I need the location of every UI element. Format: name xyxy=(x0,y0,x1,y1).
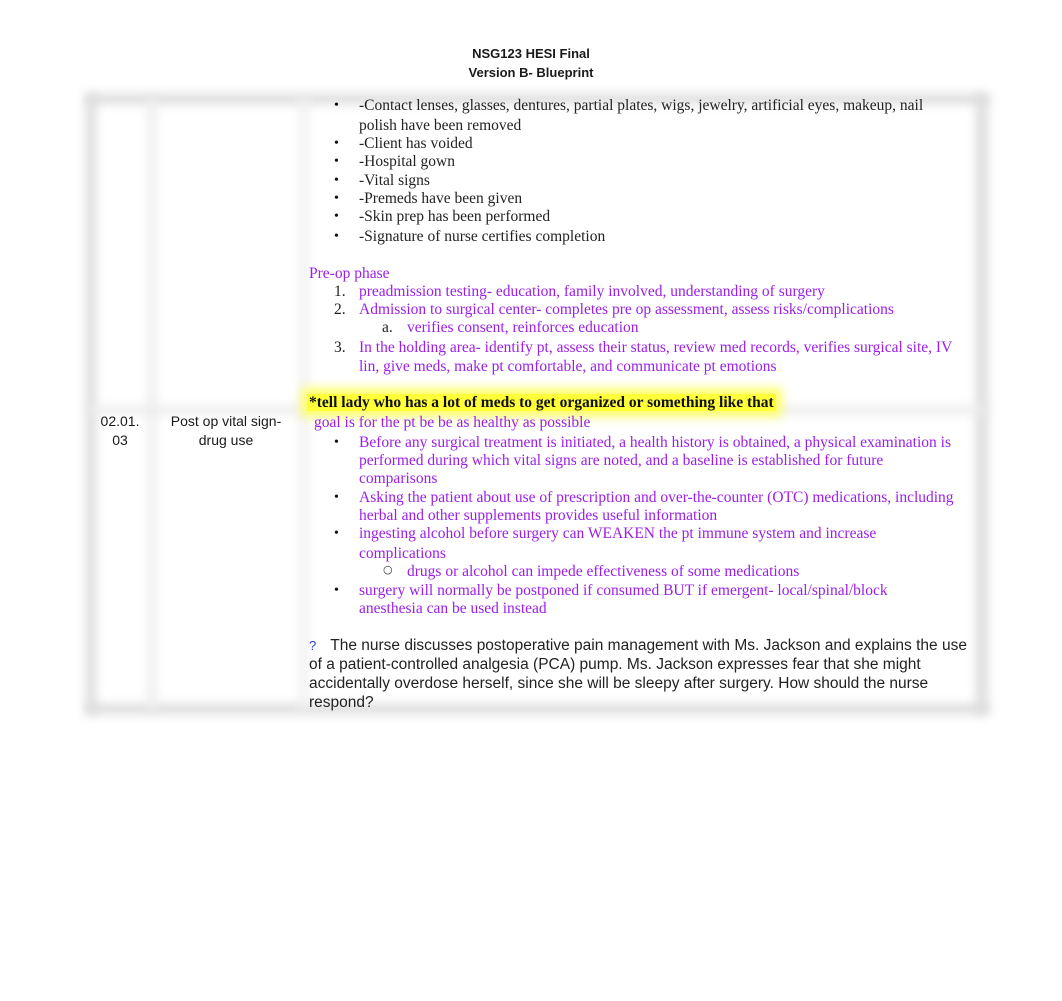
list-number: 3. xyxy=(334,339,346,356)
list-item: Asking the patient about use of prescrip… xyxy=(334,489,954,507)
goal-text: goal is for the pt be be as healthy as p… xyxy=(314,414,591,431)
list-item-continuation: comparisons xyxy=(359,470,438,487)
table-border-left xyxy=(86,94,96,714)
list-item: Admission to surgical center- completes … xyxy=(359,301,894,318)
list-item: -Vital signs xyxy=(334,172,430,190)
list-item: verifies consent, reinforces education xyxy=(407,319,639,336)
practice-question: ? The nurse discusses postoperative pain … xyxy=(309,636,981,712)
list-number: 1. xyxy=(334,283,346,300)
list-item: Before any surgical treatment is initiat… xyxy=(334,434,951,452)
list-item: -Contact lenses, glasses, dentures, part… xyxy=(334,97,923,115)
preop-phase-heading: Pre-op phase xyxy=(309,265,390,282)
list-item-continuation: polish have been removed xyxy=(359,117,522,134)
list-item-continuation: herbal and other supplements provides us… xyxy=(359,507,718,524)
document-header-subtitle: Version B- Blueprint xyxy=(468,65,594,80)
list-number: 2. xyxy=(334,301,346,318)
table-column-divider xyxy=(148,94,156,714)
list-item-continuation: performed during which vital signs are n… xyxy=(359,452,884,469)
list-item-continuation: complications xyxy=(359,545,446,562)
list-item-continuation: anesthesia can be used instead xyxy=(359,600,547,617)
list-item: -Skin prep has been performed xyxy=(334,208,550,226)
table-border-right xyxy=(976,94,988,714)
code-line: 03 xyxy=(112,432,128,448)
list-item-continuation: lin, give meds, make pt comfortable, and… xyxy=(359,358,777,375)
list-item: preadmission testing- education, family … xyxy=(359,283,825,300)
code-line: 02.01. xyxy=(100,413,140,429)
highlight-text: *tell lady who has a lot of meds to get … xyxy=(307,394,776,411)
blueprint-topic: Post op vital sign- drug use xyxy=(160,412,292,450)
list-item: ingesting alcohol before surgery can WEA… xyxy=(334,525,876,543)
list-item: -Client has voided xyxy=(334,135,473,153)
question-mark-icon: ? xyxy=(309,638,317,653)
hollow-bullet-icon: ○ xyxy=(383,563,393,576)
list-letter: a. xyxy=(382,319,393,336)
list-item: -Hospital gown xyxy=(334,153,455,171)
list-item: -Premeds have been given xyxy=(334,190,522,208)
document-header-title: NSG123 HESI Final xyxy=(472,46,590,61)
list-item: surgery will normally be postponed if co… xyxy=(334,582,888,600)
topic-line: Post op vital sign- xyxy=(170,413,282,429)
blueprint-code: 02.01. 03 xyxy=(94,412,146,450)
list-item: -Signature of nurse certifies completion xyxy=(334,228,605,246)
topic-line: drug use xyxy=(198,432,254,448)
list-item: In the holding area- identify pt, assess… xyxy=(359,339,953,356)
sub-list-item: drugs or alcohol can impede effectivenes… xyxy=(407,563,800,580)
question-text: The nurse discusses postoperative pain m… xyxy=(309,637,967,711)
highlighted-note: *tell lady who has a lot of meds to get … xyxy=(307,394,776,412)
